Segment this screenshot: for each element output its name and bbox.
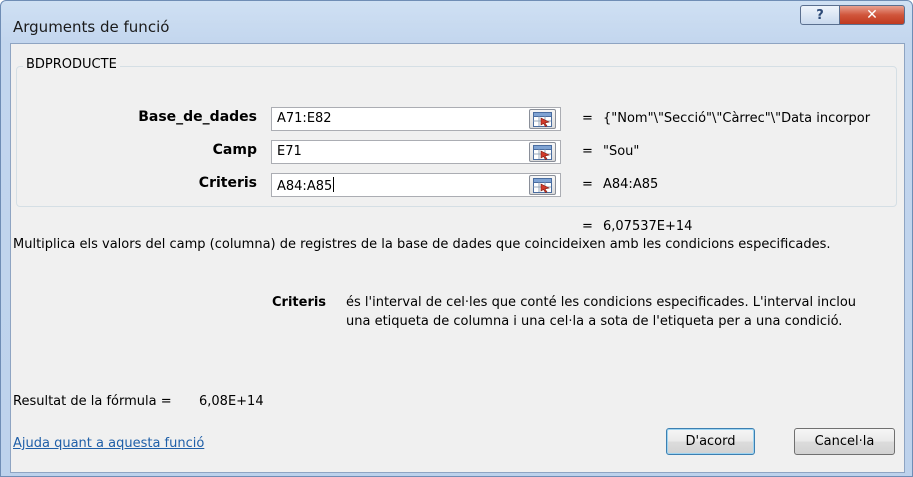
cancel-button-label: Cancel·la bbox=[814, 434, 875, 449]
collapse-dialog-button-base-de-dades[interactable] bbox=[529, 109, 556, 129]
argument-help-line-2: una etiqueta de columna i una cel·la a s… bbox=[346, 314, 843, 329]
equals-sign: = bbox=[582, 144, 593, 159]
argument-result-base-de-dades: {"Nom"\"Secció"\"Càrrec"\"Data incorpor bbox=[603, 111, 871, 126]
cancel-button[interactable]: Cancel·la bbox=[794, 428, 895, 455]
function-name: BDPRODUCTE bbox=[23, 57, 120, 72]
text-caret bbox=[333, 177, 335, 192]
range-select-icon bbox=[533, 112, 552, 127]
argument-label-camp: Camp bbox=[212, 142, 257, 158]
formula-result-value: 6,08E+14 bbox=[199, 394, 264, 409]
argument-help-line-1: és l'interval de cel·les que conté les c… bbox=[346, 295, 857, 310]
range-select-icon bbox=[533, 145, 552, 160]
help-icon: ? bbox=[816, 7, 824, 23]
argument-input-camp[interactable]: E71 bbox=[271, 140, 561, 164]
collapse-dialog-button-camp[interactable] bbox=[529, 142, 556, 162]
function-result-value: 6,07537E+14 bbox=[603, 219, 693, 234]
close-icon: ✕ bbox=[866, 7, 878, 23]
ok-button[interactable]: D'acord bbox=[666, 428, 755, 455]
function-help-link[interactable]: Ajuda quant a aquesta funció bbox=[13, 435, 204, 453]
argument-result-criteris: A84:A85 bbox=[603, 177, 659, 192]
function-description: Multiplica els valors del camp (columna)… bbox=[13, 237, 831, 252]
equals-sign: = bbox=[582, 177, 593, 192]
help-button[interactable]: ? bbox=[800, 5, 840, 25]
close-button[interactable]: ✕ bbox=[839, 5, 905, 25]
function-arguments-dialog: Arguments de funció ? ✕ BDPRODUCTE Base_… bbox=[0, 0, 913, 477]
collapse-dialog-button-criteris[interactable] bbox=[529, 175, 556, 195]
ok-button-label: D'acord bbox=[685, 434, 736, 449]
argument-label-base-de-dades: Base_de_dades bbox=[138, 109, 257, 125]
formula-result-label: Resultat de la fórmula = bbox=[13, 394, 172, 409]
equals-sign: = bbox=[582, 111, 593, 126]
range-select-icon bbox=[533, 178, 552, 193]
argument-label-criteris: Criteris bbox=[198, 175, 257, 191]
argument-input-criteris[interactable]: A84:A85 bbox=[271, 173, 561, 197]
dialog-body: BDPRODUCTE Base_de_dades A71:E82 = {"Nom… bbox=[10, 43, 905, 473]
argument-help-name: Criteris bbox=[272, 295, 327, 310]
argument-result-camp: "Sou" bbox=[603, 144, 640, 159]
argument-input-base-de-dades[interactable]: A71:E82 bbox=[271, 107, 561, 131]
equals-sign: = bbox=[582, 219, 593, 234]
argument-input-criteris-value: A84:A85 bbox=[277, 179, 333, 194]
dialog-title: Arguments de funció bbox=[13, 18, 170, 36]
title-bar[interactable]: Arguments de funció ? ✕ bbox=[1, 1, 912, 43]
